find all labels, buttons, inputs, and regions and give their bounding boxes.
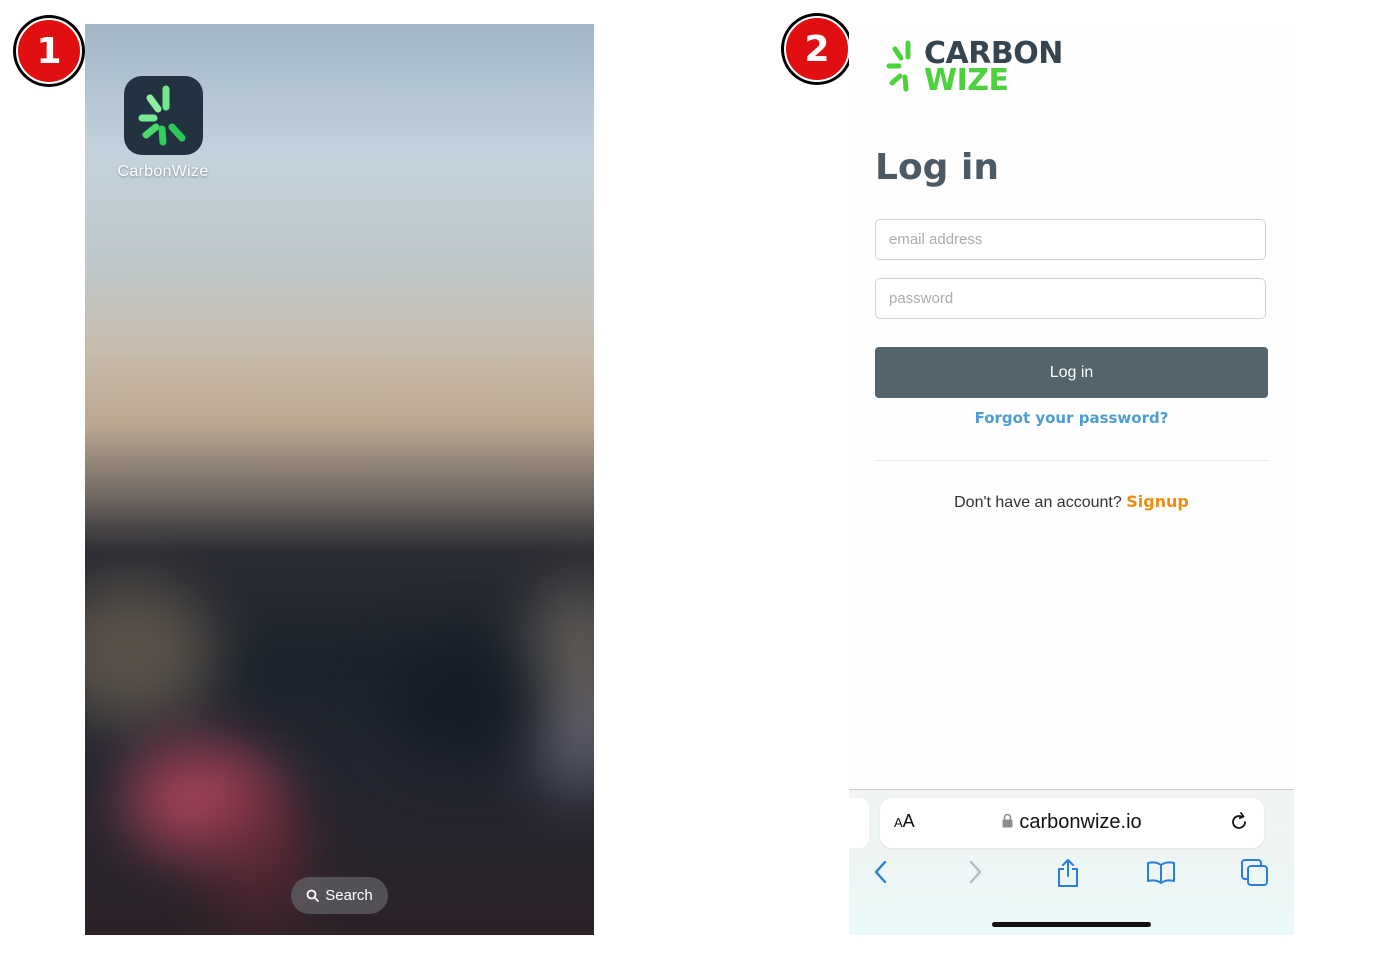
wallpaper-blur bbox=[85, 584, 215, 724]
wallpaper-blur bbox=[385, 644, 545, 764]
phone-home-screen: CarbonWize Search bbox=[85, 24, 594, 935]
forward-icon[interactable] bbox=[965, 858, 985, 886]
login-button[interactable]: Log in bbox=[875, 347, 1268, 398]
signup-row: Don't have an account? Signup bbox=[875, 492, 1268, 512]
logo-word-wize: WIZE bbox=[924, 63, 1009, 98]
tabs-icon[interactable] bbox=[1240, 858, 1270, 888]
signup-link[interactable]: Signup bbox=[1126, 492, 1189, 511]
back-icon[interactable] bbox=[871, 858, 891, 886]
step-badge-2: 2 bbox=[781, 13, 853, 85]
browser-toolbar: AA carbonwize.io bbox=[849, 789, 1294, 935]
password-field[interactable] bbox=[875, 278, 1266, 319]
forgot-password-link[interactable]: Forgot your password? bbox=[875, 409, 1268, 427]
wallpaper-blur bbox=[215, 784, 305, 924]
step-number-2: 2 bbox=[784, 16, 850, 82]
divider bbox=[875, 460, 1268, 461]
bookmarks-icon[interactable] bbox=[1146, 858, 1176, 886]
carbonwize-logo[interactable]: CARBON WIZE bbox=[886, 39, 1063, 98]
previous-tab-preview[interactable] bbox=[849, 798, 869, 848]
carbonwize-burst-icon bbox=[138, 85, 185, 145]
url-display[interactable]: carbonwize.io bbox=[880, 811, 1264, 834]
step-badge-1: 1 bbox=[13, 15, 85, 87]
page-title: Log in bbox=[875, 147, 999, 188]
search-label: Search bbox=[325, 887, 373, 904]
address-bar[interactable]: AA carbonwize.io bbox=[880, 798, 1264, 848]
url-text: carbonwize.io bbox=[1019, 811, 1142, 833]
logo-burst-icon bbox=[886, 40, 911, 92]
share-icon[interactable] bbox=[1055, 858, 1081, 888]
email-field[interactable] bbox=[875, 219, 1266, 260]
step-number-1: 1 bbox=[16, 18, 82, 84]
carbonwize-app-icon[interactable] bbox=[124, 76, 203, 155]
signup-prompt: Don't have an account? bbox=[954, 494, 1122, 511]
lock-icon bbox=[1002, 813, 1013, 828]
search-icon bbox=[306, 889, 320, 902]
home-indicator bbox=[992, 922, 1151, 927]
login-web-page: CARBON WIZE Log in Log in Forgot your pa… bbox=[849, 24, 1294, 935]
reload-icon[interactable] bbox=[1228, 811, 1250, 833]
spotlight-search-button[interactable]: Search bbox=[291, 877, 388, 914]
app-label: CarbonWize bbox=[117, 163, 209, 180]
